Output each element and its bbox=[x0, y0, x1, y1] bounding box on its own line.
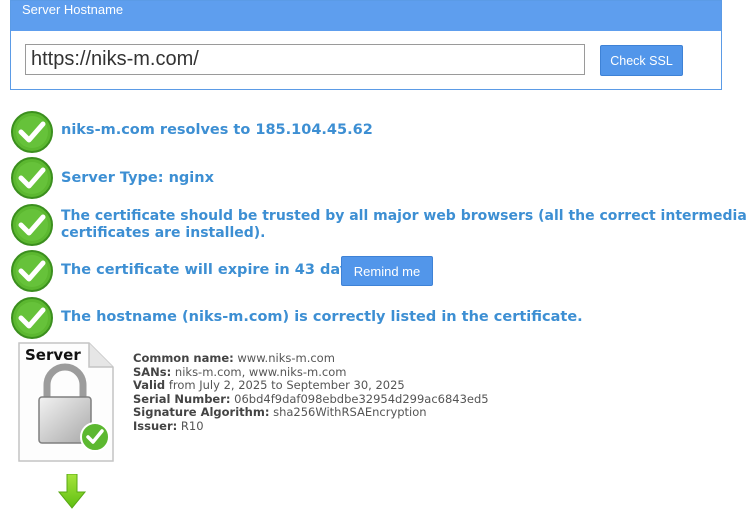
server-certificate-icon: Server bbox=[18, 342, 114, 462]
check-message-line1: The certificate should be trusted by all… bbox=[61, 208, 746, 224]
serial-row: Serial Number: 06bd4f9daf098ebdbe32954d2… bbox=[133, 391, 489, 407]
check-message: The hostname (niks-m.com) is correctly l… bbox=[61, 309, 583, 325]
certificate-details: Common name: www.niks-m.com SANs: niks-m… bbox=[133, 351, 489, 434]
check-ssl-button[interactable]: Check SSL bbox=[600, 45, 683, 76]
check-message: Server Type: nginx bbox=[61, 170, 214, 186]
server-label: Server bbox=[25, 346, 81, 364]
check-ok-icon bbox=[11, 157, 53, 199]
issuer-label: Issuer: bbox=[133, 418, 178, 433]
signature-label: Signature Algorithm: bbox=[133, 405, 270, 420]
hostname-input[interactable] bbox=[25, 44, 585, 75]
common-name-label: Common name: bbox=[133, 351, 234, 365]
signature-value: sha256WithRSAEncryption bbox=[273, 405, 427, 420]
sans-value: niks-m.com, www.niks-m.com bbox=[174, 364, 347, 379]
check-message: niks-m.com resolves to 185.104.45.62 bbox=[61, 122, 373, 138]
valid-value: from July 2, 2025 to September 30, 2025 bbox=[168, 378, 405, 393]
issuer-value: R10 bbox=[180, 418, 204, 433]
sans-label: SANs: bbox=[133, 364, 172, 379]
check-ok-icon bbox=[11, 297, 53, 339]
remind-me-button[interactable]: Remind me bbox=[341, 256, 433, 286]
check-message: The certificate will expire in 43 days. bbox=[61, 262, 364, 278]
down-arrow-icon bbox=[57, 474, 87, 509]
serial-value: 06bd4f9daf098ebdbe32954d299ac6843ed5 bbox=[234, 391, 489, 406]
panel-title: Server Hostname bbox=[11, 1, 721, 31]
common-name-value: www.niks-m.com bbox=[237, 351, 335, 365]
hostname-panel: Server Hostname Check SSL bbox=[10, 0, 722, 90]
signature-row: Signature Algorithm: sha256WithRSAEncryp… bbox=[133, 406, 489, 420]
serial-label: Serial Number: bbox=[133, 391, 231, 406]
sans-row: SANs: niks-m.com, www.niks-m.com bbox=[133, 364, 489, 380]
check-message-line2: certificates are installed). bbox=[61, 225, 266, 241]
common-name-row: Common name: www.niks-m.com bbox=[133, 351, 489, 366]
valid-row: Valid from July 2, 2025 to September 30,… bbox=[133, 378, 489, 393]
check-ok-icon bbox=[11, 250, 53, 292]
check-ok-icon bbox=[11, 111, 53, 153]
valid-label: Valid bbox=[133, 378, 166, 393]
issuer-row: Issuer: R10 bbox=[133, 418, 489, 434]
check-ok-icon bbox=[11, 204, 53, 246]
